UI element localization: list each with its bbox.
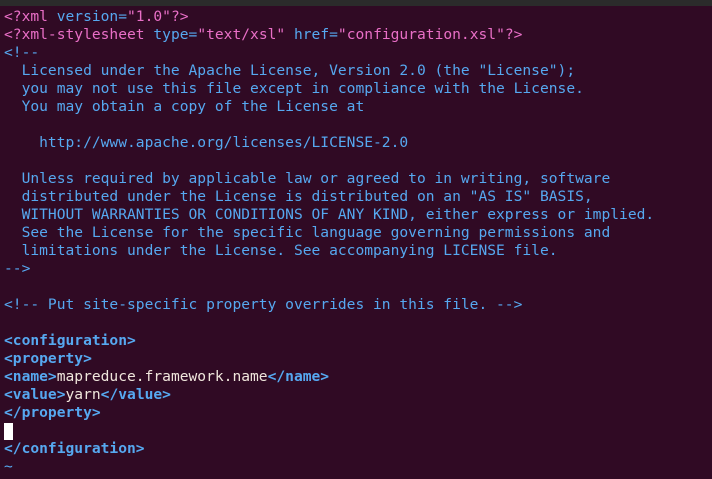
property-close-tag: </property>	[4, 404, 101, 421]
license-comment-close: -->	[4, 260, 31, 277]
stylesheet-line: <?xml-stylesheet type="text/xsl" href="c…	[4, 26, 522, 44]
value-value: yarn	[65, 386, 101, 403]
site-specific-comment: <!-- Put site-specific property override…	[4, 296, 523, 313]
stylesheet-href-name: href=	[293, 26, 338, 43]
property-open-tag: <property>	[4, 350, 92, 367]
license-line: you may not use this file except in comp…	[4, 80, 584, 97]
stylesheet-open: <?xml-stylesheet	[4, 26, 154, 43]
stylesheet-type-value: "text/xsl"	[197, 26, 286, 43]
xml-decl-close: ?>	[170, 8, 189, 25]
empty-line-tilde: ~	[4, 458, 13, 475]
stylesheet-close: ?>	[504, 26, 523, 43]
value-open-tag: <value>	[4, 386, 66, 403]
license-url-line: http://www.apache.org/licenses/LICENSE-2…	[4, 134, 409, 151]
xml-decl-attr-value: "1.0"	[127, 8, 171, 25]
license-line: You may obtain a copy of the License at	[4, 98, 365, 115]
license-line: distributed under the License is distrib…	[4, 188, 593, 205]
name-element-line: <name>mapreduce.framework.name</name>	[4, 368, 329, 386]
terminal-editor[interactable]: <?xml version="1.0"?> <?xml-stylesheet t…	[0, 6, 712, 479]
license-line: Unless required by applicable law or agr…	[4, 170, 611, 187]
value-close-tag: </value>	[100, 386, 171, 403]
xml-declaration-line: <?xml version="1.0"?>	[4, 8, 189, 26]
cursor-line[interactable]	[4, 422, 13, 440]
name-open-tag: <name>	[4, 368, 57, 385]
license-comment-open: <!--	[4, 44, 40, 61]
xml-decl-open: <?xml	[4, 8, 57, 25]
stylesheet-space	[285, 26, 294, 43]
text-cursor	[4, 423, 13, 440]
license-line: WITHOUT WARRANTIES OR CONDITIONS OF ANY …	[4, 206, 655, 223]
name-close-tag: </name>	[267, 368, 330, 385]
license-line: See the License for the specific languag…	[4, 224, 611, 241]
license-line: limitations under the License. See accom…	[4, 242, 558, 259]
license-line: Licensed under the Apache License, Versi…	[4, 62, 576, 79]
configuration-close-tag: </configuration>	[4, 440, 145, 457]
name-value: mapreduce.framework.name	[56, 368, 268, 385]
stylesheet-type-name: type=	[153, 26, 198, 43]
xml-decl-attr-name: version=	[56, 8, 128, 25]
configuration-open-tag: <configuration>	[4, 332, 136, 349]
stylesheet-href-value: "configuration.xsl"	[337, 26, 505, 43]
value-element-line: <value>yarn</value>	[4, 386, 171, 404]
